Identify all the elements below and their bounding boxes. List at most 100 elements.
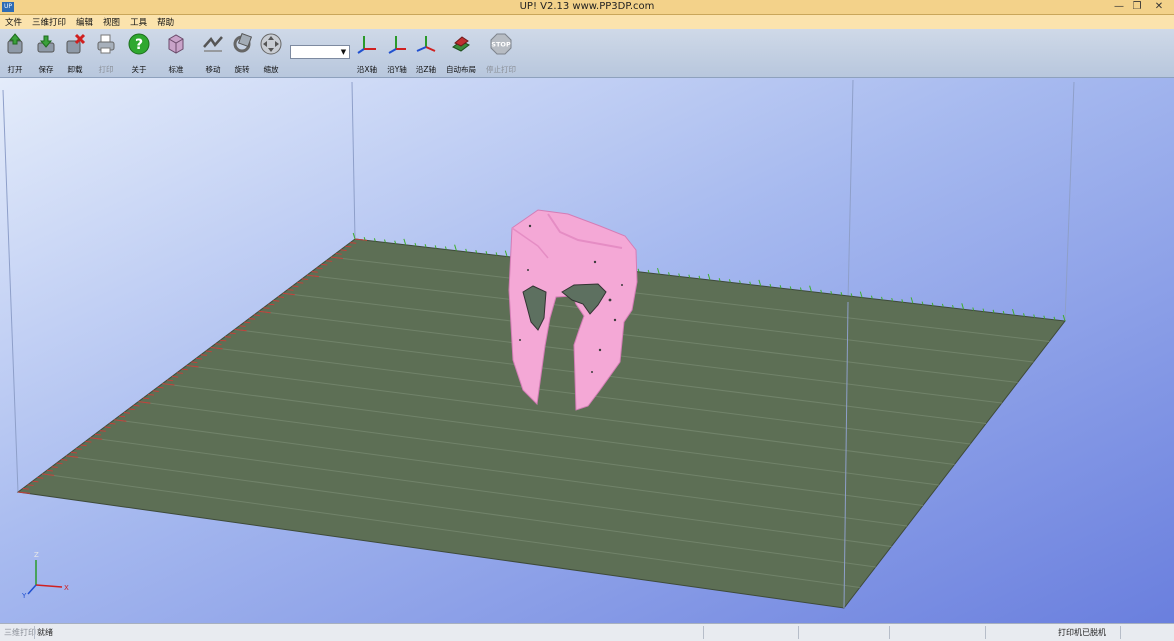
x-ruler-tick xyxy=(277,296,285,298)
x-ruler-tick xyxy=(229,332,236,335)
axis-x-label: X xyxy=(64,584,69,592)
x-ruler-tick xyxy=(27,484,34,486)
x-ruler-tick xyxy=(215,343,222,345)
x-ruler-tick xyxy=(220,339,227,342)
x-ruler-tick xyxy=(268,303,275,306)
move-button[interactable]: 移动 xyxy=(198,33,228,75)
layer-select[interactable]: ▼ xyxy=(290,45,350,59)
x-ruler-tick xyxy=(316,267,323,270)
menu-bar: 文件 三维打印 编辑 视图 工具 帮助 xyxy=(0,15,1174,29)
along-x-button[interactable]: 沿X轴 xyxy=(352,33,382,75)
scale-icon xyxy=(260,33,282,55)
x-ruler-tick xyxy=(196,357,203,360)
status-pane-1: 三维打印 xyxy=(4,628,36,637)
x-ruler-tick xyxy=(224,336,232,338)
save-label: 保存 xyxy=(38,65,54,74)
rotate-label: 旋转 xyxy=(234,65,250,74)
move-icon xyxy=(203,36,223,52)
stop-print-button[interactable]: STOP 停止打印 xyxy=(486,33,516,75)
open-button[interactable]: 打开 xyxy=(0,33,30,75)
along-y-label: 沿Y轴 xyxy=(387,65,407,74)
x-ruler-tick xyxy=(147,393,155,396)
auto-layout-button[interactable]: 自动布局 xyxy=(446,33,476,75)
x-ruler-tick xyxy=(176,372,183,374)
restore-button[interactable]: ❐ xyxy=(1128,1,1146,13)
x-ruler-tick xyxy=(335,253,342,255)
x-ruler-tick xyxy=(200,354,207,356)
x-ruler-tick xyxy=(94,433,102,436)
x-ruler-tick xyxy=(263,307,270,309)
rotate-icon xyxy=(233,32,253,53)
x-ruler-tick xyxy=(32,480,39,483)
chevron-down-icon[interactable]: ▼ xyxy=(339,46,348,58)
about-label: 关于 xyxy=(131,65,147,74)
x-ruler-tick xyxy=(128,408,135,411)
minimize-button[interactable]: — xyxy=(1110,1,1128,13)
x-ruler-tick xyxy=(345,245,352,248)
x-ruler-tick xyxy=(143,397,150,400)
x-ruler-tick xyxy=(244,321,251,324)
menu-3d-print[interactable]: 三维打印 xyxy=(27,16,71,28)
cube-view-icon xyxy=(168,34,184,54)
auto-layout-icon xyxy=(452,36,470,52)
stop-icon: STOP xyxy=(490,33,512,55)
status-pane-2: 就绪 xyxy=(37,628,53,637)
unload-button[interactable]: 卸载 xyxy=(60,33,90,75)
standard-view-button[interactable]: 标准 xyxy=(161,33,191,75)
x-ruler-tick xyxy=(191,361,198,364)
svg-text:?: ? xyxy=(135,37,143,53)
open-label: 打开 xyxy=(7,65,23,74)
close-button[interactable]: ✕ xyxy=(1150,1,1168,13)
x-ruler-tick xyxy=(119,415,126,418)
x-ruler-tick xyxy=(297,281,304,284)
axis-y-label: Y xyxy=(21,592,27,600)
x-ruler-tick xyxy=(109,422,116,425)
rotate-button[interactable]: 旋转 xyxy=(227,32,257,75)
print-icon xyxy=(97,34,115,54)
x-ruler-tick xyxy=(61,459,68,461)
toolbar: 打开 保存 卸载 打印 ? 关于 标准 移动 旋转 缩放 沿X轴 沿Y轴 沿Z轴… xyxy=(0,29,1174,78)
3d-viewport[interactable]: Z X Y xyxy=(0,78,1174,623)
x-ruler-tick xyxy=(75,448,82,450)
save-button[interactable]: 保存 xyxy=(31,33,61,75)
x-ruler-tick xyxy=(253,314,260,317)
x-ruler-tick xyxy=(22,487,29,490)
unload-label: 卸载 xyxy=(67,65,83,74)
status-bar: 三维打印 就绪 打印机已脱机 xyxy=(0,623,1174,641)
x-ruler-tick xyxy=(249,318,256,320)
auto-layout-label: 自动布局 xyxy=(446,65,476,74)
move-label: 移动 xyxy=(205,65,221,74)
about-button[interactable]: ? 关于 xyxy=(124,33,154,75)
x-ruler-tick xyxy=(181,368,188,371)
scale-button[interactable]: 缩放 xyxy=(256,33,286,75)
along-z-button[interactable]: 沿Z轴 xyxy=(411,33,441,75)
print-label: 打印 xyxy=(98,65,114,74)
menu-view[interactable]: 视图 xyxy=(98,16,125,28)
z-axis-icon xyxy=(416,36,436,52)
menu-edit[interactable]: 编辑 xyxy=(71,16,98,28)
x-ruler-tick xyxy=(301,278,309,280)
y-axis-icon xyxy=(388,36,406,54)
x-ruler-tick xyxy=(152,390,159,392)
x-ruler-tick xyxy=(350,242,357,244)
along-z-label: 沿Z轴 xyxy=(415,65,437,74)
print-button[interactable]: 打印 xyxy=(91,33,121,75)
x-ruler-tick xyxy=(123,412,130,414)
standard-label: 标准 xyxy=(168,65,184,74)
open-icon xyxy=(7,33,23,54)
x-ruler-tick xyxy=(167,379,174,382)
scale-label: 缩放 xyxy=(263,65,279,74)
x-ruler-tick xyxy=(85,440,92,443)
save-icon xyxy=(37,35,55,53)
x-ruler-tick xyxy=(51,466,58,468)
x-ruler-tick xyxy=(56,462,63,465)
unload-icon xyxy=(66,33,86,54)
stop-badge-text: STOP xyxy=(491,41,511,49)
along-y-button[interactable]: 沿Y轴 xyxy=(382,33,412,75)
title-bar: UP UP! V2.13 www.PP3DP.com — ❐ ✕ xyxy=(0,0,1174,15)
menu-file[interactable]: 文件 xyxy=(0,16,27,28)
menu-help[interactable]: 帮助 xyxy=(152,16,179,28)
x-ruler-tick xyxy=(311,271,318,273)
menu-tools[interactable]: 工具 xyxy=(125,16,152,28)
along-x-label: 沿X轴 xyxy=(356,65,378,74)
